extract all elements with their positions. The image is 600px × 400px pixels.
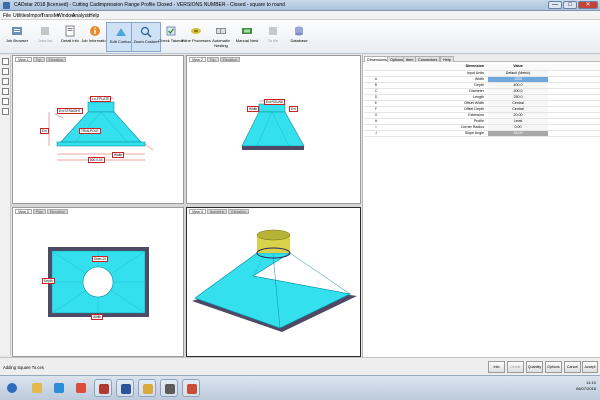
- cad-app-icon[interactable]: [94, 379, 112, 397]
- menu-file[interactable]: File: [3, 13, 11, 19]
- dim-label-mid: TRIALPOLE: [79, 128, 101, 134]
- explorer-icon-glyph: [32, 383, 42, 393]
- plan-view-drawing: [48, 247, 149, 317]
- clock-date: 06/07/2018: [575, 385, 596, 391]
- select-tool-icon[interactable]: [2, 58, 9, 65]
- inline-processes-icon: [191, 28, 201, 34]
- dim-label-round: Ext ROUND: [264, 99, 286, 105]
- chrome-icon[interactable]: [72, 379, 90, 397]
- manual-nest-icon: [242, 28, 252, 34]
- menu-bar: File Utilities Import Transfer Window An…: [0, 11, 600, 20]
- zoom-custom-icon: [140, 26, 152, 38]
- isometric-drawing: [192, 229, 357, 332]
- options-button[interactable]: Options: [545, 361, 562, 373]
- minimize-button[interactable]: —: [548, 1, 562, 9]
- status-text: Adding Square To.ces: [3, 365, 44, 370]
- viewport-bottom-right[interactable]: View 4 Isometric Elevation: [186, 207, 361, 357]
- dim-label-top: Lo-FPLATE: [90, 96, 112, 102]
- menu-utilities[interactable]: Utilities: [13, 13, 29, 19]
- delete-button[interactable]: Delete: [507, 361, 524, 373]
- dim-label-depth: Depth: [42, 278, 55, 284]
- dim-label-left-ext: Ext STRAIGHT: [57, 108, 83, 114]
- panel-tabs: Dimensions Options Item Connectors Help: [363, 55, 600, 62]
- info-button[interactable]: Info: [488, 361, 505, 373]
- table-row[interactable]: J Slope Angle 45.00: [364, 130, 600, 137]
- viewport-splitter-vertical[interactable]: [184, 55, 186, 357]
- tab-help[interactable]: Help: [440, 56, 454, 62]
- row-dimension-label: Slope Angle: [388, 130, 488, 137]
- database-icon: [295, 26, 303, 36]
- word-icon[interactable]: [116, 379, 134, 397]
- viewport-top-right[interactable]: View 2 Top Elevation Ext ROUND Width Ext: [186, 55, 361, 204]
- menu-analysis[interactable]: Analysis: [72, 13, 91, 19]
- dim-label-side: Ext: [40, 128, 49, 134]
- start-orb-icon[interactable]: [3, 379, 21, 397]
- user-app-icon[interactable]: [182, 379, 200, 397]
- row-value-field[interactable]: 45.00: [488, 130, 548, 137]
- title-bar: CADstar 2018 [licensed] - Cutting Cadimp…: [0, 0, 600, 11]
- maximize-button[interactable]: □: [563, 1, 577, 9]
- word-icon-glyph: [121, 384, 131, 394]
- to-file-icon: [269, 27, 277, 35]
- job-browser-icon: [12, 27, 22, 35]
- status-bar: Adding Square To.ces Info Delete Quantit…: [0, 357, 600, 375]
- edit-contour-icon: [116, 28, 126, 36]
- accept-button[interactable]: Accept: [582, 361, 598, 373]
- viewport-top-left[interactable]: View 1 Top Elevation Lo-FPLATE Ext STRAIGH…: [12, 55, 184, 204]
- cad-app-icon-glyph: [99, 384, 109, 394]
- dimensions-panel: Dimensions Options Item Connectors Help …: [362, 55, 600, 357]
- database-button[interactable]: Database: [284, 22, 314, 52]
- viewport-bottom-left[interactable]: View 3 Plan Elevation Diam-10 Depth Width: [12, 207, 184, 357]
- explorer-icon[interactable]: [28, 379, 46, 397]
- detail-info-icon: [65, 25, 75, 37]
- quantity-button[interactable]: Quantity: [526, 361, 543, 373]
- app-logo-icon: [3, 2, 10, 9]
- dimensions-table: Dimension Value Input Units Default (Met…: [364, 64, 600, 137]
- fit-tool-icon[interactable]: [2, 108, 9, 115]
- tab-connectors[interactable]: Connectors: [415, 56, 441, 62]
- check-takeoff-icon: [166, 26, 176, 36]
- dim-label-width: Width: [112, 152, 125, 158]
- pan-tool-icon[interactable]: [2, 88, 9, 95]
- rotate-tool-icon[interactable]: [2, 98, 9, 105]
- row-index: J: [364, 130, 388, 137]
- windows-taskbar: 11:10 06/07/2018: [0, 375, 600, 400]
- folder-icon[interactable]: [138, 379, 156, 397]
- user-app-icon-glyph: [187, 384, 197, 394]
- tab-dimensions[interactable]: Dimensions: [364, 56, 390, 62]
- cancel-button[interactable]: Cancel: [564, 361, 581, 373]
- side-elevation-drawing: [241, 100, 305, 150]
- dim-label-width-value: 800.0-04: [88, 157, 105, 163]
- job-information-icon: [90, 26, 100, 36]
- job-browser-button[interactable]: Job Browser: [2, 22, 32, 52]
- menu-help[interactable]: Help: [89, 13, 99, 19]
- media-icon[interactable]: [160, 379, 178, 397]
- dim-label-diameter: Diam-10: [92, 256, 109, 262]
- chrome-icon-glyph: [76, 383, 86, 393]
- dim-label-width: Width: [247, 106, 260, 112]
- viewport-splitter-horizontal[interactable]: [11, 204, 361, 207]
- ie-icon-glyph: [54, 383, 64, 393]
- left-tool-strip: [0, 55, 11, 355]
- ie-icon[interactable]: [50, 379, 68, 397]
- dim-label-width: Width: [91, 314, 104, 320]
- close-button[interactable]: ✕: [578, 1, 598, 9]
- media-icon-glyph: [165, 384, 175, 394]
- start-orb-icon-glyph: [7, 383, 17, 393]
- system-clock[interactable]: 11:10 06/07/2018: [576, 380, 596, 391]
- jobs-list-icon: [41, 27, 49, 35]
- zoom-out-tool-icon[interactable]: [2, 78, 9, 85]
- main-toolbar: Job Browser Jobs list Detail info Job In…: [0, 20, 600, 54]
- window-title: CADstar 2018 [licensed] - Cutting Cadimp…: [14, 2, 285, 8]
- dim-label-ext: Ext: [289, 106, 298, 112]
- zoom-in-tool-icon[interactable]: [2, 68, 9, 75]
- automatic-nesting-icon: [216, 28, 226, 34]
- folder-icon-glyph: [143, 384, 153, 394]
